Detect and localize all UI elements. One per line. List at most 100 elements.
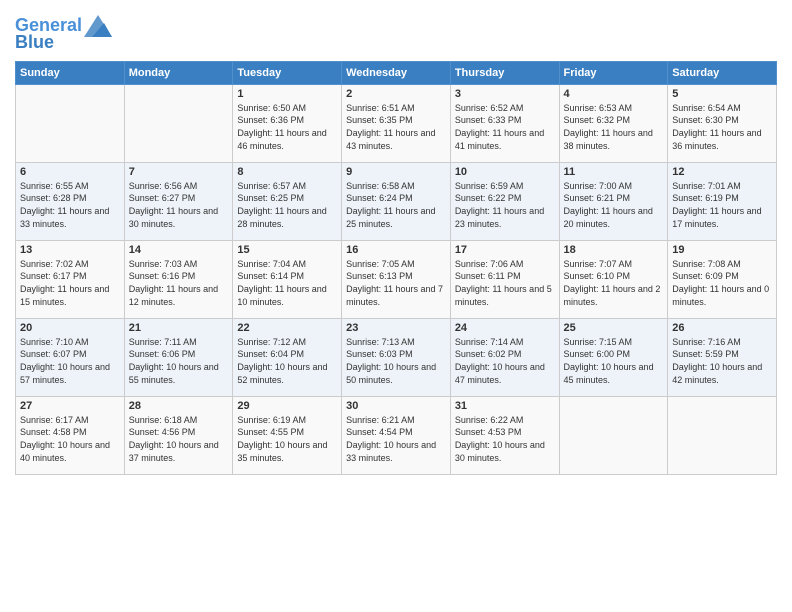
day-info: Sunrise: 7:01 AM Sunset: 6:19 PM Dayligh… xyxy=(672,180,772,230)
logo-icon xyxy=(84,15,112,37)
calendar-cell: 10 Sunrise: 6:59 AM Sunset: 6:22 PM Dayli… xyxy=(450,162,559,240)
calendar-cell: 4 Sunrise: 6:53 AM Sunset: 6:32 PM Daylig… xyxy=(559,84,668,162)
calendar-week-5: 27 Sunrise: 6:17 AM Sunset: 4:58 PM Dayli… xyxy=(16,396,777,474)
day-number: 6 xyxy=(20,166,120,178)
page: General Blue SundayMondayTuesdayWednesda… xyxy=(0,0,792,612)
day-info: Sunrise: 7:03 AM Sunset: 6:16 PM Dayligh… xyxy=(129,258,229,308)
day-info: Sunrise: 7:13 AM Sunset: 6:03 PM Dayligh… xyxy=(346,336,446,386)
day-info: Sunrise: 6:52 AM Sunset: 6:33 PM Dayligh… xyxy=(455,102,555,152)
day-number: 27 xyxy=(20,400,120,412)
calendar-cell: 20 Sunrise: 7:10 AM Sunset: 6:07 PM Dayli… xyxy=(16,318,125,396)
day-info: Sunrise: 7:10 AM Sunset: 6:07 PM Dayligh… xyxy=(20,336,120,386)
day-info: Sunrise: 6:51 AM Sunset: 6:35 PM Dayligh… xyxy=(346,102,446,152)
calendar-cell xyxy=(124,84,233,162)
day-info: Sunrise: 7:00 AM Sunset: 6:21 PM Dayligh… xyxy=(564,180,664,230)
calendar-cell: 2 Sunrise: 6:51 AM Sunset: 6:35 PM Daylig… xyxy=(342,84,451,162)
header-day-thursday: Thursday xyxy=(450,61,559,84)
calendar-cell: 19 Sunrise: 7:08 AM Sunset: 6:09 PM Dayli… xyxy=(668,240,777,318)
calendar-cell: 29 Sunrise: 6:19 AM Sunset: 4:55 PM Dayli… xyxy=(233,396,342,474)
header-day-saturday: Saturday xyxy=(668,61,777,84)
day-number: 21 xyxy=(129,322,229,334)
day-info: Sunrise: 6:19 AM Sunset: 4:55 PM Dayligh… xyxy=(237,414,337,464)
calendar-header: SundayMondayTuesdayWednesdayThursdayFrid… xyxy=(16,61,777,84)
calendar-cell: 21 Sunrise: 7:11 AM Sunset: 6:06 PM Dayli… xyxy=(124,318,233,396)
calendar-cell: 1 Sunrise: 6:50 AM Sunset: 6:36 PM Daylig… xyxy=(233,84,342,162)
day-info: Sunrise: 6:54 AM Sunset: 6:30 PM Dayligh… xyxy=(672,102,772,152)
calendar-cell: 7Sunrise: 6:56 AM Sunset: 6:27 PM Daylig… xyxy=(124,162,233,240)
calendar-cell: 17Sunrise: 7:06 AM Sunset: 6:11 PM Dayli… xyxy=(450,240,559,318)
calendar-cell: 3 Sunrise: 6:52 AM Sunset: 6:33 PM Daylig… xyxy=(450,84,559,162)
header-day-tuesday: Tuesday xyxy=(233,61,342,84)
calendar-cell: 9 Sunrise: 6:58 AM Sunset: 6:24 PM Daylig… xyxy=(342,162,451,240)
day-number: 1 xyxy=(237,88,337,100)
day-number: 12 xyxy=(672,166,772,178)
calendar-cell xyxy=(559,396,668,474)
calendar-cell: 27 Sunrise: 6:17 AM Sunset: 4:58 PM Dayli… xyxy=(16,396,125,474)
day-number: 29 xyxy=(237,400,337,412)
day-number: 3 xyxy=(455,88,555,100)
calendar-week-1: 1 Sunrise: 6:50 AM Sunset: 6:36 PM Daylig… xyxy=(16,84,777,162)
day-info: Sunrise: 6:18 AM Sunset: 4:56 PM Dayligh… xyxy=(129,414,229,464)
day-number: 11 xyxy=(564,166,664,178)
calendar-cell: 11 Sunrise: 7:00 AM Sunset: 6:21 PM Dayli… xyxy=(559,162,668,240)
calendar-cell: 31Sunrise: 6:22 AM Sunset: 4:53 PM Dayli… xyxy=(450,396,559,474)
day-number: 31 xyxy=(455,400,555,412)
day-info: Sunrise: 6:17 AM Sunset: 4:58 PM Dayligh… xyxy=(20,414,120,464)
day-number: 30 xyxy=(346,400,446,412)
day-number: 2 xyxy=(346,88,446,100)
day-info: Sunrise: 6:56 AM Sunset: 6:27 PM Dayligh… xyxy=(129,180,229,230)
calendar-cell: 23Sunrise: 7:13 AM Sunset: 6:03 PM Dayli… xyxy=(342,318,451,396)
day-info: Sunrise: 6:59 AM Sunset: 6:22 PM Dayligh… xyxy=(455,180,555,230)
header-day-sunday: Sunday xyxy=(16,61,125,84)
calendar-week-2: 6 Sunrise: 6:55 AM Sunset: 6:28 PM Daylig… xyxy=(16,162,777,240)
day-info: Sunrise: 6:53 AM Sunset: 6:32 PM Dayligh… xyxy=(564,102,664,152)
day-info: Sunrise: 7:14 AM Sunset: 6:02 PM Dayligh… xyxy=(455,336,555,386)
calendar-cell: 26 Sunrise: 7:16 AM Sunset: 5:59 PM Dayli… xyxy=(668,318,777,396)
day-info: Sunrise: 6:55 AM Sunset: 6:28 PM Dayligh… xyxy=(20,180,120,230)
calendar-body: 1 Sunrise: 6:50 AM Sunset: 6:36 PM Daylig… xyxy=(16,84,777,474)
day-info: Sunrise: 7:08 AM Sunset: 6:09 PM Dayligh… xyxy=(672,258,772,308)
day-info: Sunrise: 6:58 AM Sunset: 6:24 PM Dayligh… xyxy=(346,180,446,230)
day-info: Sunrise: 7:04 AM Sunset: 6:14 PM Dayligh… xyxy=(237,258,337,308)
calendar-cell: 15 Sunrise: 7:04 AM Sunset: 6:14 PM Dayli… xyxy=(233,240,342,318)
day-number: 13 xyxy=(20,244,120,256)
day-number: 17 xyxy=(455,244,555,256)
day-number: 18 xyxy=(564,244,664,256)
day-number: 24 xyxy=(455,322,555,334)
day-number: 4 xyxy=(564,88,664,100)
day-info: Sunrise: 7:11 AM Sunset: 6:06 PM Dayligh… xyxy=(129,336,229,386)
day-number: 10 xyxy=(455,166,555,178)
calendar-cell: 16Sunrise: 7:05 AM Sunset: 6:13 PM Dayli… xyxy=(342,240,451,318)
day-info: Sunrise: 6:50 AM Sunset: 6:36 PM Dayligh… xyxy=(237,102,337,152)
calendar-cell: 14 Sunrise: 7:03 AM Sunset: 6:16 PM Dayli… xyxy=(124,240,233,318)
header: General Blue xyxy=(15,10,777,53)
calendar-cell: 30 Sunrise: 6:21 AM Sunset: 4:54 PM Dayli… xyxy=(342,396,451,474)
day-number: 14 xyxy=(129,244,229,256)
day-info: Sunrise: 7:02 AM Sunset: 6:17 PM Dayligh… xyxy=(20,258,120,308)
calendar-cell: 18 Sunrise: 7:07 AM Sunset: 6:10 PM Dayli… xyxy=(559,240,668,318)
calendar-week-3: 13 Sunrise: 7:02 AM Sunset: 6:17 PM Dayli… xyxy=(16,240,777,318)
calendar-cell: 25Sunrise: 7:15 AM Sunset: 6:00 PM Dayli… xyxy=(559,318,668,396)
day-info: Sunrise: 7:07 AM Sunset: 6:10 PM Dayligh… xyxy=(564,258,664,308)
calendar-cell xyxy=(16,84,125,162)
calendar-cell: 13 Sunrise: 7:02 AM Sunset: 6:17 PM Dayli… xyxy=(16,240,125,318)
day-info: Sunrise: 6:57 AM Sunset: 6:25 PM Dayligh… xyxy=(237,180,337,230)
day-number: 25 xyxy=(564,322,664,334)
header-row: SundayMondayTuesdayWednesdayThursdayFrid… xyxy=(16,61,777,84)
header-day-friday: Friday xyxy=(559,61,668,84)
header-day-wednesday: Wednesday xyxy=(342,61,451,84)
day-number: 9 xyxy=(346,166,446,178)
calendar-cell xyxy=(668,396,777,474)
day-number: 5 xyxy=(672,88,772,100)
day-number: 15 xyxy=(237,244,337,256)
day-number: 26 xyxy=(672,322,772,334)
logo: General Blue xyxy=(15,15,112,53)
day-number: 20 xyxy=(20,322,120,334)
day-info: Sunrise: 7:05 AM Sunset: 6:13 PM Dayligh… xyxy=(346,258,446,308)
day-info: Sunrise: 7:16 AM Sunset: 5:59 PM Dayligh… xyxy=(672,336,772,386)
day-number: 19 xyxy=(672,244,772,256)
calendar-table: SundayMondayTuesdayWednesdayThursdayFrid… xyxy=(15,61,777,475)
day-info: Sunrise: 6:21 AM Sunset: 4:54 PM Dayligh… xyxy=(346,414,446,464)
calendar-cell: 8Sunrise: 6:57 AM Sunset: 6:25 PM Daylig… xyxy=(233,162,342,240)
calendar-week-4: 20 Sunrise: 7:10 AM Sunset: 6:07 PM Dayli… xyxy=(16,318,777,396)
